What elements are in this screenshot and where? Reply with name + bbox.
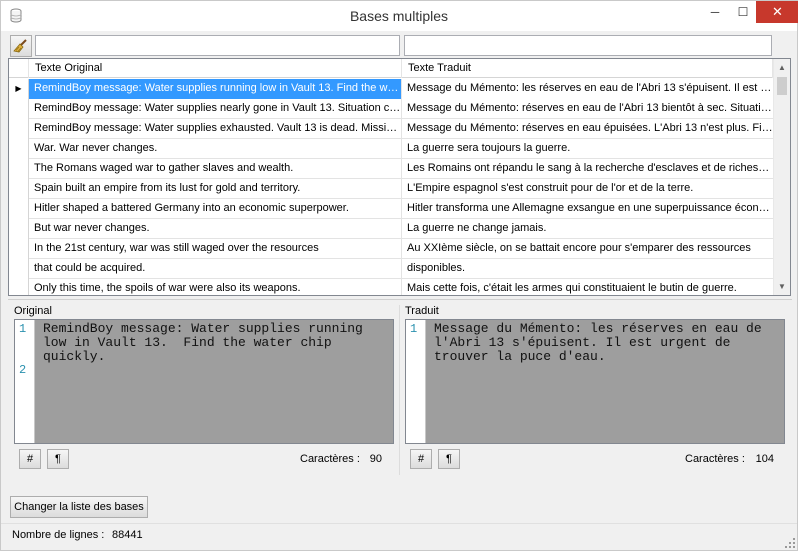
row-selector[interactable]: [9, 179, 29, 199]
table-row[interactable]: RemindBoy message: Water supplies nearly…: [9, 99, 773, 119]
cell-traduit[interactable]: Message du Mémento: réserves en eau épui…: [402, 119, 773, 139]
row-selector[interactable]: [9, 259, 29, 279]
toggle-line-numbers-button[interactable]: #: [410, 449, 432, 469]
row-selector[interactable]: [9, 119, 29, 139]
table-row[interactable]: War. War never changes. La guerre sera t…: [9, 139, 773, 159]
window-title: Bases multiples: [349, 8, 449, 24]
toggle-line-numbers-button[interactable]: #: [19, 449, 41, 469]
row-selector[interactable]: [9, 279, 29, 295]
table-row[interactable]: that could be acquired. disponibles.: [9, 259, 773, 279]
cell-original[interactable]: RemindBoy message: Water supplies nearly…: [29, 99, 402, 119]
row-selector[interactable]: [9, 239, 29, 259]
row-selector[interactable]: [9, 99, 29, 119]
row-header-corner: [9, 59, 29, 78]
table-row[interactable]: The Romans waged war to gather slaves an…: [9, 159, 773, 179]
cell-original[interactable]: Hitler shaped a battered Germany into an…: [29, 199, 402, 219]
line-number: 2: [19, 363, 27, 377]
cell-original[interactable]: RemindBoy message: Water supplies exhaus…: [29, 119, 402, 139]
cell-traduit[interactable]: Message du Mémento: les réserves en eau …: [402, 79, 773, 99]
clear-filter-button[interactable]: [10, 35, 32, 57]
traduit-text[interactable]: Message du Mémento: les réserves en eau …: [426, 320, 784, 443]
scroll-thumb[interactable]: [777, 77, 787, 95]
table-row[interactable]: ▶ RemindBoy message: Water supplies runn…: [9, 79, 773, 99]
minimize-button[interactable]: ─: [701, 1, 729, 23]
traduit-editor[interactable]: 1 Message du Mémento: les réserves en ea…: [405, 319, 785, 444]
table-row[interactable]: RemindBoy message: Water supplies exhaus…: [9, 119, 773, 139]
cell-traduit[interactable]: Au XXIème siècle, on se battait encore p…: [402, 239, 773, 259]
line-number: 1: [19, 322, 27, 336]
row-selector[interactable]: [9, 159, 29, 179]
table-row[interactable]: Hitler shaped a battered Germany into an…: [9, 199, 773, 219]
maximize-button[interactable]: ☐: [729, 1, 757, 23]
cell-original[interactable]: Only this time, the spoils of war were a…: [29, 279, 402, 295]
cell-traduit[interactable]: La guerre sera toujours la guerre.: [402, 139, 773, 159]
cell-original[interactable]: The Romans waged war to gather slaves an…: [29, 159, 402, 179]
cell-traduit[interactable]: disponibles.: [402, 259, 773, 279]
cell-traduit[interactable]: La guerre ne change jamais.: [402, 219, 773, 239]
row-selector[interactable]: [9, 199, 29, 219]
char-count-label: Caractères :: [300, 453, 360, 465]
filter-row: [8, 34, 792, 58]
cell-original[interactable]: RemindBoy message: Water supplies runnin…: [29, 79, 402, 99]
change-bases-button[interactable]: Changer la liste des bases: [10, 496, 148, 518]
scroll-down-icon[interactable]: ▼: [774, 278, 790, 295]
toggle-whitespace-button[interactable]: ¶: [47, 449, 69, 469]
row-selector[interactable]: ▶: [9, 79, 29, 99]
column-header-traduit[interactable]: Texte Traduit: [402, 59, 773, 78]
main-window: Bases multiples ─ ☐ ✕ Texte Original Tex…: [0, 0, 798, 551]
panel-splitter[interactable]: [8, 299, 792, 300]
grid-vertical-scrollbar[interactable]: ▲ ▼: [773, 59, 790, 295]
filter-original-input[interactable]: [35, 35, 400, 56]
table-row[interactable]: Spain built an empire from its lust for …: [9, 179, 773, 199]
title-bar: Bases multiples ─ ☐ ✕: [1, 1, 798, 31]
cell-traduit[interactable]: Mais cette fois, c'était les armes qui c…: [402, 279, 773, 295]
traduit-label: Traduit: [405, 305, 439, 317]
broom-icon: [13, 39, 27, 53]
column-header-original[interactable]: Texte Original: [29, 59, 402, 78]
line-number-gutter: 1: [406, 320, 426, 443]
line-number-gutter: 1 2: [15, 320, 35, 443]
cell-original[interactable]: Spain built an empire from its lust for …: [29, 179, 402, 199]
line-count-value: 88441: [112, 529, 143, 541]
translation-grid: Texte Original Texte Traduit ▶ RemindBoy…: [8, 58, 791, 296]
toggle-whitespace-button[interactable]: ¶: [438, 449, 460, 469]
table-row[interactable]: In the 21st century, war was still waged…: [9, 239, 773, 259]
line-count-label: Nombre de lignes :: [12, 529, 105, 541]
editor-divider: [399, 305, 400, 475]
original-editor[interactable]: 1 2 RemindBoy message: Water supplies ru…: [14, 319, 394, 444]
row-selector[interactable]: [9, 139, 29, 159]
cell-original[interactable]: But war never changes.: [29, 219, 402, 239]
filter-traduit-input[interactable]: [404, 35, 772, 56]
row-selector[interactable]: [9, 219, 29, 239]
table-row[interactable]: Only this time, the spoils of war were a…: [9, 279, 773, 295]
table-row[interactable]: But war never changes. La guerre ne chan…: [9, 219, 773, 239]
cell-traduit[interactable]: Les Romains ont répandu le sang à la rec…: [402, 159, 773, 179]
line-number: 1: [410, 322, 418, 336]
original-text[interactable]: RemindBoy message: Water supplies runnin…: [35, 320, 393, 443]
cell-traduit[interactable]: Hitler transforma une Allemagne exsangue…: [402, 199, 773, 219]
char-count-value: 90: [369, 453, 382, 465]
cell-original[interactable]: In the 21st century, war was still waged…: [29, 239, 402, 259]
cell-traduit[interactable]: L'Empire espagnol s'est construit pour d…: [402, 179, 773, 199]
cell-original[interactable]: War. War never changes.: [29, 139, 402, 159]
char-count-value: 104: [755, 453, 774, 465]
char-count-label: Caractères :: [685, 453, 745, 465]
grid-rows: ▶ RemindBoy message: Water supplies runn…: [9, 79, 773, 295]
original-panel: Original 1 2 RemindBoy message: Water su…: [10, 305, 398, 475]
resize-grip-icon[interactable]: [785, 538, 795, 548]
status-bar: Nombre de lignes : 88441: [1, 523, 797, 550]
cell-original[interactable]: that could be acquired.: [29, 259, 402, 279]
scroll-up-icon[interactable]: ▲: [774, 59, 790, 76]
cell-traduit[interactable]: Message du Mémento: réserves en eau de l…: [402, 99, 773, 119]
original-label: Original: [14, 305, 52, 317]
grid-header: Texte Original Texte Traduit: [9, 59, 790, 78]
traduit-panel: Traduit 1 Message du Mémento: les réserv…: [401, 305, 789, 475]
close-button[interactable]: ✕: [756, 1, 798, 23]
